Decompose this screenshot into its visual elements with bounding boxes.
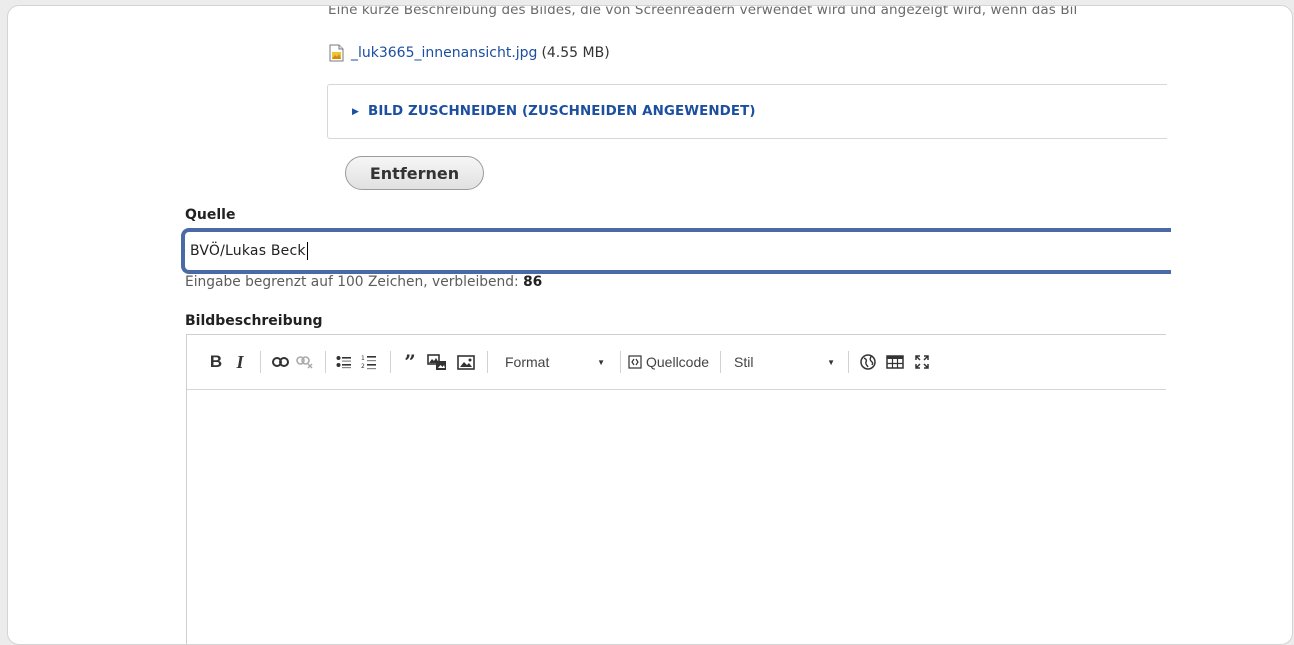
source-code-icon — [628, 355, 642, 369]
source-label: Quelle — [185, 207, 236, 223]
toolbar-separator — [620, 351, 621, 373]
toolbar-separator — [260, 351, 261, 373]
file-link[interactable]: _luk3665_innenansicht.jpg — [351, 45, 537, 61]
source-input[interactable]: BVÖ/Lukas Beck — [181, 228, 1171, 274]
format-dropdown-label: Format — [505, 354, 550, 370]
crop-details-toggle[interactable]: ▶ BILD ZUSCHNEIDEN (ZUSCHNEIDEN ANGEWEND… — [352, 104, 756, 119]
bulleted-list-icon[interactable] — [333, 349, 355, 375]
blockquote-icon[interactable]: ” — [398, 349, 422, 375]
rich-text-editor: B I 1 2 ” Format ▼ Quellcode Stil ▼ — [186, 334, 1166, 644]
svg-text:1: 1 — [361, 355, 365, 362]
source-code-button[interactable]: Quellcode — [628, 349, 713, 375]
remove-button[interactable]: Entfernen — [345, 156, 484, 190]
file-size: (4.55 MB) — [541, 45, 610, 61]
source-help-prefix: Eingabe begrenzt auf 100 Zeichen, verble… — [185, 274, 519, 290]
alt-text-description: Eine kurze Beschreibung des Bildes, die … — [328, 5, 1078, 18]
source-input-value: BVÖ/Lukas Beck — [190, 243, 306, 259]
editor-content-area[interactable] — [187, 390, 1166, 644]
description-label: Bildbeschreibung — [185, 313, 323, 329]
image-icon[interactable] — [452, 349, 480, 375]
language-globe-icon[interactable] — [856, 349, 880, 375]
image-file-icon — [329, 44, 344, 62]
toolbar-separator — [390, 351, 391, 373]
crop-details-label: BILD ZUSCHNEIDEN (ZUSCHNEIDEN ANGEWENDET… — [368, 104, 756, 119]
toolbar-separator — [848, 351, 850, 373]
dropdown-arrow-icon: ▼ — [827, 357, 836, 367]
unlink-icon[interactable] — [292, 349, 318, 375]
format-dropdown[interactable]: Format ▼ — [495, 349, 613, 375]
style-dropdown[interactable]: Stil ▼ — [728, 349, 841, 375]
table-icon[interactable] — [880, 349, 910, 375]
source-code-label: Quellcode — [646, 354, 710, 370]
editor-toolbar: B I 1 2 ” Format ▼ Quellcode Stil ▼ — [187, 335, 1166, 390]
link-icon[interactable] — [268, 349, 292, 375]
bold-button[interactable]: B — [205, 349, 227, 375]
text-caret — [306, 242, 308, 260]
insert-media-icon[interactable] — [422, 349, 452, 375]
numbered-list-icon[interactable]: 1 2 — [355, 349, 383, 375]
style-dropdown-label: Stil — [734, 354, 754, 370]
triangle-right-icon: ▶ — [352, 106, 360, 117]
italic-button[interactable]: I — [227, 349, 253, 375]
remaining-count: 86 — [523, 274, 543, 290]
toolbar-separator — [720, 351, 722, 373]
crop-details-panel: ▶ BILD ZUSCHNEIDEN (ZUSCHNEIDEN ANGEWEND… — [327, 84, 1167, 139]
dropdown-arrow-icon: ▼ — [597, 357, 605, 367]
source-help-text: Eingabe begrenzt auf 100 Zeichen, verble… — [185, 274, 542, 290]
browser-viewport: Eine kurze Beschreibung des Bildes, die … — [7, 5, 1293, 645]
file-info: _luk3665_innenansicht.jpg (4.55 MB) — [329, 42, 610, 64]
svg-text:2: 2 — [361, 363, 365, 370]
toolbar-separator — [325, 351, 326, 373]
toolbar-separator — [487, 351, 488, 373]
maximize-icon[interactable] — [910, 349, 934, 375]
